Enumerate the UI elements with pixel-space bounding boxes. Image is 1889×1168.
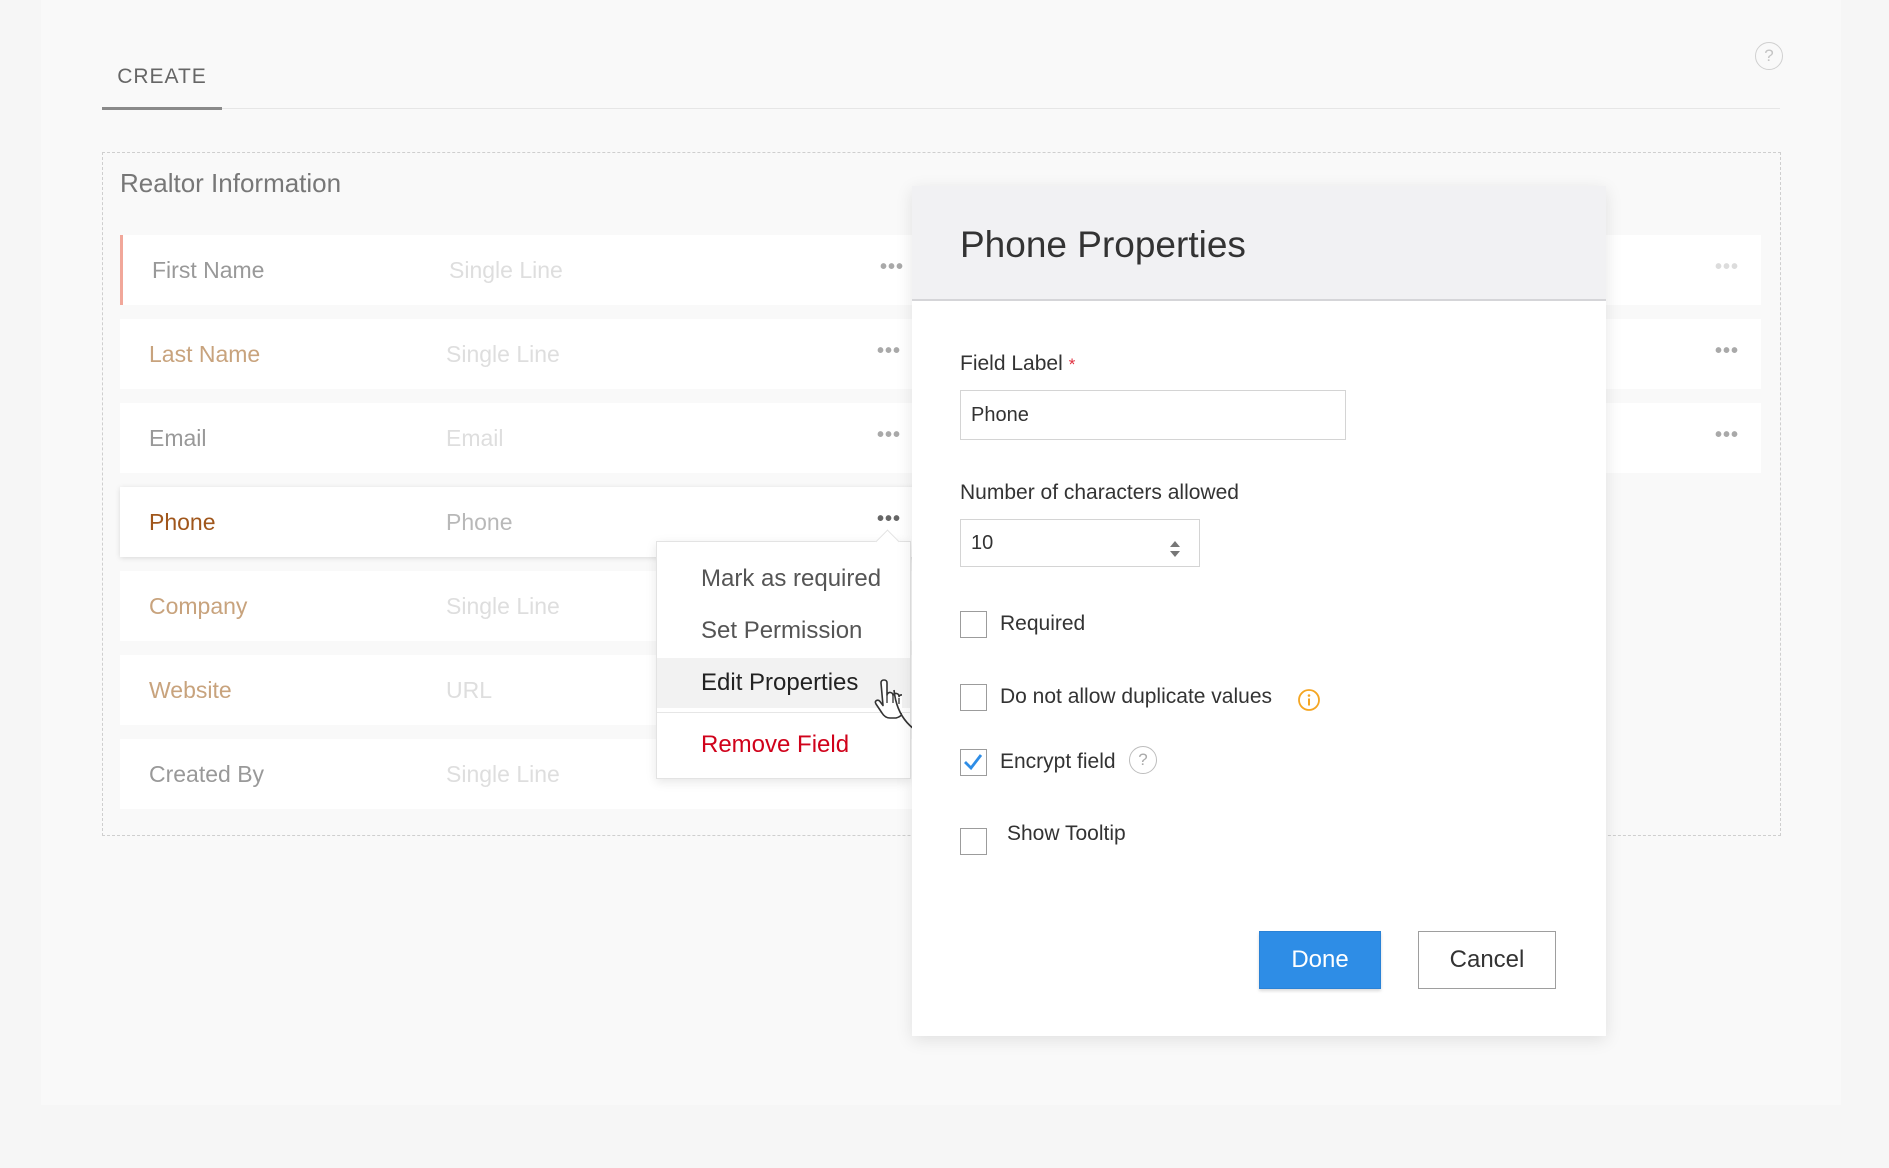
option-label: Encrypt field bbox=[1000, 750, 1116, 773]
show-tooltip-checkbox[interactable] bbox=[960, 828, 987, 855]
encrypt-checkbox[interactable] bbox=[960, 749, 987, 776]
dialog-title: Phone Properties bbox=[960, 224, 1246, 265]
field-label: Phone bbox=[149, 509, 216, 535]
field-type: Single Line bbox=[446, 761, 560, 787]
more-options-icon[interactable]: ••• bbox=[880, 257, 904, 277]
field-label: Last Name bbox=[149, 341, 261, 367]
phone-properties-dialog: Phone Properties Field Label * Number of … bbox=[912, 186, 1606, 1036]
done-button[interactable]: Done bbox=[1259, 931, 1381, 989]
option-label: Do not allow duplicate values bbox=[1000, 685, 1272, 708]
info-icon[interactable] bbox=[1297, 688, 1321, 712]
more-options-icon[interactable]: ••• bbox=[1715, 257, 1739, 277]
tab-divider bbox=[222, 108, 1780, 109]
more-options-icon[interactable]: ••• bbox=[877, 425, 901, 445]
more-options-icon[interactable]: ••• bbox=[877, 341, 901, 361]
max-chars-stepper[interactable]: 10 bbox=[960, 519, 1200, 567]
option-label: Show Tooltip bbox=[1007, 822, 1126, 845]
field-row-last-name[interactable]: Last Name Single Line ••• bbox=[120, 319, 915, 389]
right-field-row[interactable]: ••• bbox=[1605, 319, 1761, 389]
field-type: Single Line bbox=[446, 593, 560, 619]
field-row-first-name[interactable]: First Name Single Line ••• bbox=[120, 235, 915, 305]
field-label-input[interactable] bbox=[960, 390, 1346, 440]
dialog-header: Phone Properties bbox=[912, 186, 1606, 301]
field-label-caption: Field Label * bbox=[960, 352, 1075, 376]
help-icon[interactable]: ? bbox=[1755, 42, 1783, 70]
right-field-row[interactable]: ••• bbox=[1605, 403, 1761, 473]
field-type: Email bbox=[446, 425, 504, 451]
max-chars-caption: Number of characters allowed bbox=[960, 481, 1239, 504]
field-label: Created By bbox=[149, 761, 265, 787]
required-marker: * bbox=[1068, 355, 1076, 374]
max-chars-value: 10 bbox=[971, 532, 994, 554]
menu-item-set-permission[interactable]: Set Permission bbox=[657, 606, 910, 656]
more-options-icon[interactable]: ••• bbox=[1715, 341, 1739, 361]
option-label: Required bbox=[1000, 612, 1086, 635]
checkmark-icon bbox=[964, 754, 983, 771]
field-label: Website bbox=[149, 677, 232, 703]
right-field-row[interactable]: ••• bbox=[1605, 235, 1761, 305]
field-label-caption-text: Field Label bbox=[960, 352, 1063, 375]
field-row-email[interactable]: Email Email ••• bbox=[120, 403, 915, 473]
menu-item-remove-field[interactable]: Remove Field bbox=[657, 720, 910, 770]
spinner-arrows-icon[interactable] bbox=[1169, 539, 1181, 559]
field-context-menu: Mark as required Set Permission Edit Pro… bbox=[656, 541, 911, 779]
more-options-icon[interactable]: ••• bbox=[1715, 425, 1739, 445]
tab-create[interactable]: CREATE bbox=[102, 58, 222, 110]
required-checkbox[interactable] bbox=[960, 611, 987, 638]
field-label: Email bbox=[149, 425, 207, 451]
field-label: Company bbox=[149, 593, 248, 619]
field-label: First Name bbox=[152, 257, 265, 283]
more-options-icon[interactable]: ••• bbox=[877, 509, 901, 529]
field-type: URL bbox=[446, 677, 493, 703]
menu-item-mark-required[interactable]: Mark as required bbox=[657, 554, 910, 604]
cancel-button[interactable]: Cancel bbox=[1418, 931, 1556, 989]
field-type: Single Line bbox=[446, 341, 560, 367]
field-type: Phone bbox=[446, 509, 513, 535]
help-icon[interactable]: ? bbox=[1129, 746, 1157, 774]
section-title: Realtor Information bbox=[120, 168, 342, 198]
field-type: Single Line bbox=[449, 257, 563, 283]
no-duplicates-checkbox[interactable] bbox=[960, 684, 987, 711]
